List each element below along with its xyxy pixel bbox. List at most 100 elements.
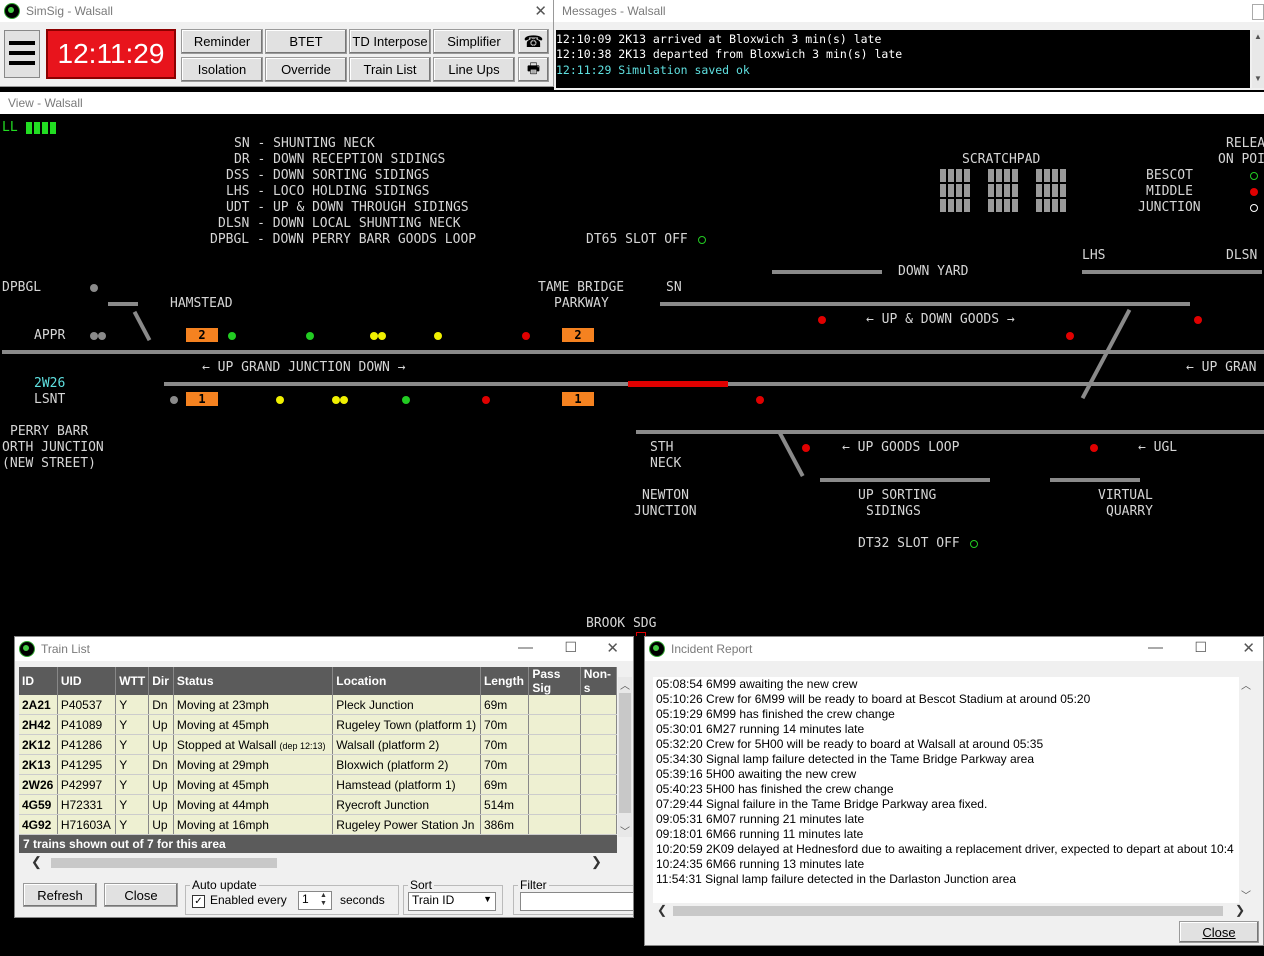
column-header-status[interactable]: Status xyxy=(173,667,334,695)
interval-spinner-icon[interactable]: ▲ ▼ xyxy=(320,892,327,908)
td-interpose-button[interactable]: TD Interpose xyxy=(349,29,431,54)
refresh-button[interactable]: Refresh xyxy=(23,883,97,907)
table-row[interactable]: 2H42 P41089 Y Up Moving at 45mph Rugeley Town… xyxy=(19,714,617,735)
train-description-2w26[interactable]: 2W26 xyxy=(34,376,65,392)
simplifier-button[interactable]: Simplifier xyxy=(433,29,515,54)
signal-yellow[interactable] xyxy=(332,396,340,404)
scroll-up-icon[interactable]: ▲ xyxy=(1254,32,1262,41)
signal-yellow[interactable] xyxy=(378,332,386,340)
messages-scrollbar[interactable]: ▲ ▼ xyxy=(1252,30,1264,88)
column-header-wtt[interactable]: WTT xyxy=(115,667,150,695)
signal-yellow[interactable] xyxy=(340,396,348,404)
messages-list[interactable]: 12:10:09 2K13 arrived at Bloxwich 3 min(… xyxy=(556,30,1250,88)
signal-green[interactable] xyxy=(228,332,236,340)
signal-grey[interactable] xyxy=(90,284,98,292)
column-header-non-s[interactable]: Non-s xyxy=(580,667,617,695)
signal-red[interactable] xyxy=(522,332,530,340)
column-header-uid[interactable]: UID xyxy=(57,667,117,695)
column-header-location[interactable]: Location xyxy=(332,667,481,695)
incident-close-button[interactable]: Close xyxy=(1179,921,1259,943)
track-up-grand-junction-top[interactable] xyxy=(2,350,1264,354)
scroll-down-icon[interactable]: ▼ xyxy=(1254,74,1262,83)
view-canvas[interactable]: LL SN - SHUNTING NECK DR - DOWN RECEPTIO… xyxy=(0,116,1264,636)
signal-red[interactable] xyxy=(1066,332,1074,340)
minimize-icon[interactable]: — xyxy=(518,639,533,656)
track-up-goods-loop[interactable] xyxy=(636,430,1264,434)
signal-red[interactable] xyxy=(482,396,490,404)
track-down-yard[interactable] xyxy=(772,270,882,274)
scroll-left-icon[interactable]: ❮ xyxy=(31,854,42,870)
signal-red[interactable] xyxy=(1194,316,1202,324)
incident-hscroll[interactable]: ❮ ❯ xyxy=(653,903,1253,919)
platform-2-hamstead[interactable]: 2 xyxy=(186,328,218,342)
main-window-titlebar[interactable]: SimSig - Walsall ✕ xyxy=(0,0,553,22)
signal-red[interactable] xyxy=(756,396,764,404)
track-crossover-hamstead[interactable] xyxy=(132,310,152,342)
signal-red[interactable] xyxy=(818,316,826,324)
reminder-button[interactable]: Reminder xyxy=(181,29,263,54)
scroll-up-icon[interactable]: ︿ xyxy=(1241,677,1251,692)
scroll-thumb[interactable] xyxy=(51,858,277,868)
train-list-titlebar[interactable]: Train List — ☐ ✕ xyxy=(15,637,633,661)
table-row[interactable]: 4G92 H71603A Y Up Moving at 16mph Rugeley Pow… xyxy=(19,814,617,835)
signal-green[interactable] xyxy=(306,332,314,340)
track-up-down-goods[interactable] xyxy=(660,302,1190,306)
track-crossover-newton[interactable] xyxy=(777,430,805,478)
scroll-left-icon[interactable]: ❮ xyxy=(657,903,667,917)
scroll-thumb[interactable] xyxy=(673,906,1223,916)
scroll-right-icon[interactable]: ❯ xyxy=(591,854,602,870)
signal-yellow[interactable] xyxy=(276,396,284,404)
maximize-icon[interactable]: ☐ xyxy=(564,639,577,656)
column-header-length[interactable]: Length xyxy=(480,667,530,695)
auto-update-checkbox[interactable]: ✓ xyxy=(192,895,205,908)
train-table-vscroll[interactable]: ︿ ﹀ xyxy=(618,677,632,838)
sort-select[interactable]: Train ID ▼ xyxy=(408,892,496,911)
maximize-icon[interactable]: ☐ xyxy=(1194,639,1207,656)
release-bescot-indicator[interactable] xyxy=(1250,172,1258,180)
signal-red[interactable] xyxy=(1090,444,1098,452)
table-row[interactable]: 2K13 P41295 Y Dn Moving at 29mph Bloxwich (pl… xyxy=(19,754,617,775)
platform-1-tame-bridge[interactable]: 1 xyxy=(562,392,594,406)
column-header-pass-sig[interactable]: Pass Sig xyxy=(528,667,581,695)
scroll-right-icon[interactable]: ❯ xyxy=(1235,903,1245,917)
platform-1-hamstead[interactable]: 1 xyxy=(186,392,218,406)
incident-list[interactable]: 05:08:54 6M99 awaiting the new crew 05:10… xyxy=(653,677,1241,917)
signal-green[interactable] xyxy=(402,396,410,404)
track-virtual-quarry[interactable] xyxy=(1050,478,1140,482)
table-row[interactable]: 4G59 H72331 Y Up Moving at 44mph Ryecroft Jun… xyxy=(19,794,617,815)
signal-grey[interactable] xyxy=(170,396,178,404)
track-up-sorting-sidings[interactable] xyxy=(820,478,990,482)
dt32-slot-indicator[interactable] xyxy=(970,540,978,548)
table-row[interactable]: 2A21 P40537 Y Dn Moving at 23mph Pleck Juncti… xyxy=(19,695,617,715)
btet-button[interactable]: BTET xyxy=(265,29,347,54)
table-row[interactable]: 2K12 P41286 Y Up Stopped at Walsall (dep 12:1… xyxy=(19,734,617,755)
printer-button[interactable]: 🖶 xyxy=(518,57,549,82)
platform-2-tame-bridge[interactable]: 2 xyxy=(562,328,594,342)
minimize-icon[interactable]: — xyxy=(1148,639,1163,656)
scratchpad-grid[interactable] xyxy=(940,168,1068,214)
signal-grey[interactable] xyxy=(98,332,106,340)
table-row[interactable]: 2W26 P42997 Y Up Moving at 45mph Hamstead (pl… xyxy=(19,774,617,795)
messages-titlebar[interactable]: Messages - Walsall xyxy=(554,0,1264,22)
close-icon[interactable]: ✕ xyxy=(534,2,547,20)
track-hamstead-siding[interactable] xyxy=(108,302,138,306)
train-list-close-button[interactable]: Close xyxy=(104,883,178,907)
signal-red[interactable] xyxy=(802,444,810,452)
train-list-button[interactable]: Train List xyxy=(349,57,431,82)
scroll-down-icon[interactable]: ﹀ xyxy=(620,823,630,838)
scroll-down-icon[interactable]: ﹀ xyxy=(1241,887,1251,902)
scroll-thumb[interactable] xyxy=(619,693,631,813)
messages-close-box[interactable] xyxy=(1252,4,1264,20)
filter-input[interactable] xyxy=(520,892,634,911)
dt65-slot-indicator[interactable] xyxy=(698,236,706,244)
track-lhs[interactable] xyxy=(1082,270,1262,274)
view-titlebar[interactable]: View - Walsall xyxy=(0,92,1264,114)
telephone-button[interactable]: ☎ xyxy=(518,29,549,54)
scroll-up-icon[interactable]: ︿ xyxy=(620,677,630,692)
line-ups-button[interactable]: Line Ups xyxy=(433,57,515,82)
incident-vscroll[interactable]: ︿ ﹀ xyxy=(1239,677,1253,903)
close-icon[interactable]: ✕ xyxy=(1242,639,1255,657)
incident-report-titlebar[interactable]: Incident Report — ☐ ✕ xyxy=(645,637,1263,661)
signal-grey[interactable] xyxy=(90,332,98,340)
override-button[interactable]: Override xyxy=(265,57,347,82)
